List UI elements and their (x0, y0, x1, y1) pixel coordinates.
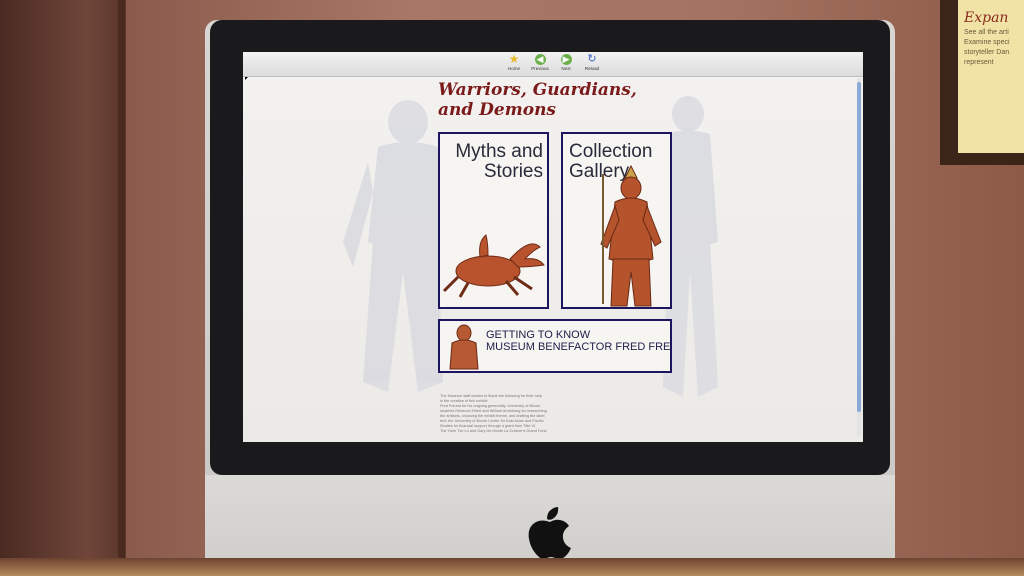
reload-icon: ↻ (587, 53, 597, 65)
benefactor-figure-icon (449, 324, 479, 370)
home-button[interactable]: ★ Home (503, 52, 525, 76)
reload-label: Reload (584, 66, 600, 71)
mouse-cursor (245, 77, 248, 80)
myths-line1: Myths and (455, 141, 543, 162)
previous-button[interactable]: ◀ Previous (529, 52, 551, 76)
myths-stories-title: Myths and Stories (455, 142, 543, 182)
myths-line2: Stories (483, 161, 543, 182)
benefactor-line2: MUSEUM BENEFACTOR FRED FREUND (486, 341, 671, 353)
scrollbar-thumb[interactable] (857, 82, 861, 412)
site-title: Warriors, Guardians, and Demons (438, 80, 698, 120)
imac-computer: ★ Home ◀ Previous ▶ Next ↻ Reload Warrio… (205, 20, 895, 576)
poster-line: See all the arti (964, 29, 1009, 36)
site-title-line2: and Demons (438, 100, 556, 120)
site-title-line1: Warriors, Guardians, (438, 80, 637, 100)
credit-line: The Yuen Tze Lo and Gary De Monte La Sch… (440, 429, 547, 433)
star-icon: ★ (508, 52, 520, 66)
next-button[interactable]: ▶ Next (555, 52, 577, 76)
poster-title: Expan (964, 10, 1009, 26)
apple-logo-icon (528, 507, 571, 559)
myths-stories-panel[interactable]: Myths and Stories (438, 132, 549, 309)
benefactor-line1: GETTING TO KNOW (486, 329, 591, 341)
reload-button[interactable]: ↻ Reload (581, 52, 603, 76)
home-label: Home (507, 66, 520, 71)
forward-arrow-icon: ▶ (560, 54, 572, 65)
monitor-bezel: ★ Home ◀ Previous ▶ Next ↻ Reload Warrio… (210, 20, 890, 475)
wall-left (0, 0, 125, 576)
benefactor-text: GETTING TO KNOW MUSEUM BENEFACTOR FRED F… (486, 329, 671, 353)
benefactor-panel[interactable]: GETTING TO KNOW MUSEUM BENEFACTOR FRED F… (438, 319, 672, 373)
previous-label: Previous (531, 66, 549, 71)
wall-seam (118, 0, 126, 576)
browser-toolbar: ★ Home ◀ Previous ▶ Next ↻ Reload (243, 52, 863, 77)
poster-line: Examine speci (964, 39, 1010, 46)
wall-poster: Expan See all the arti Examine speci sto… (940, 0, 1024, 165)
poster-card: Expan See all the arti Examine speci sto… (958, 0, 1024, 153)
poster-line: storyteller Dan (964, 49, 1010, 56)
back-arrow-icon: ◀ (534, 54, 546, 65)
desk-surface (0, 558, 1024, 576)
gallery-line1: Collection (569, 141, 653, 162)
kiosk-screen: ★ Home ◀ Previous ▶ Next ↻ Reload Warrio… (243, 52, 863, 442)
credits-text: The Museum staff wishes to thank the fol… (440, 394, 570, 434)
collection-gallery-panel[interactable]: Collection Gallery (561, 132, 672, 309)
crab-figure-icon (442, 234, 545, 298)
next-label: Next (561, 66, 571, 71)
guardian-statue-icon (600, 164, 662, 307)
poster-line: represent (964, 59, 994, 66)
